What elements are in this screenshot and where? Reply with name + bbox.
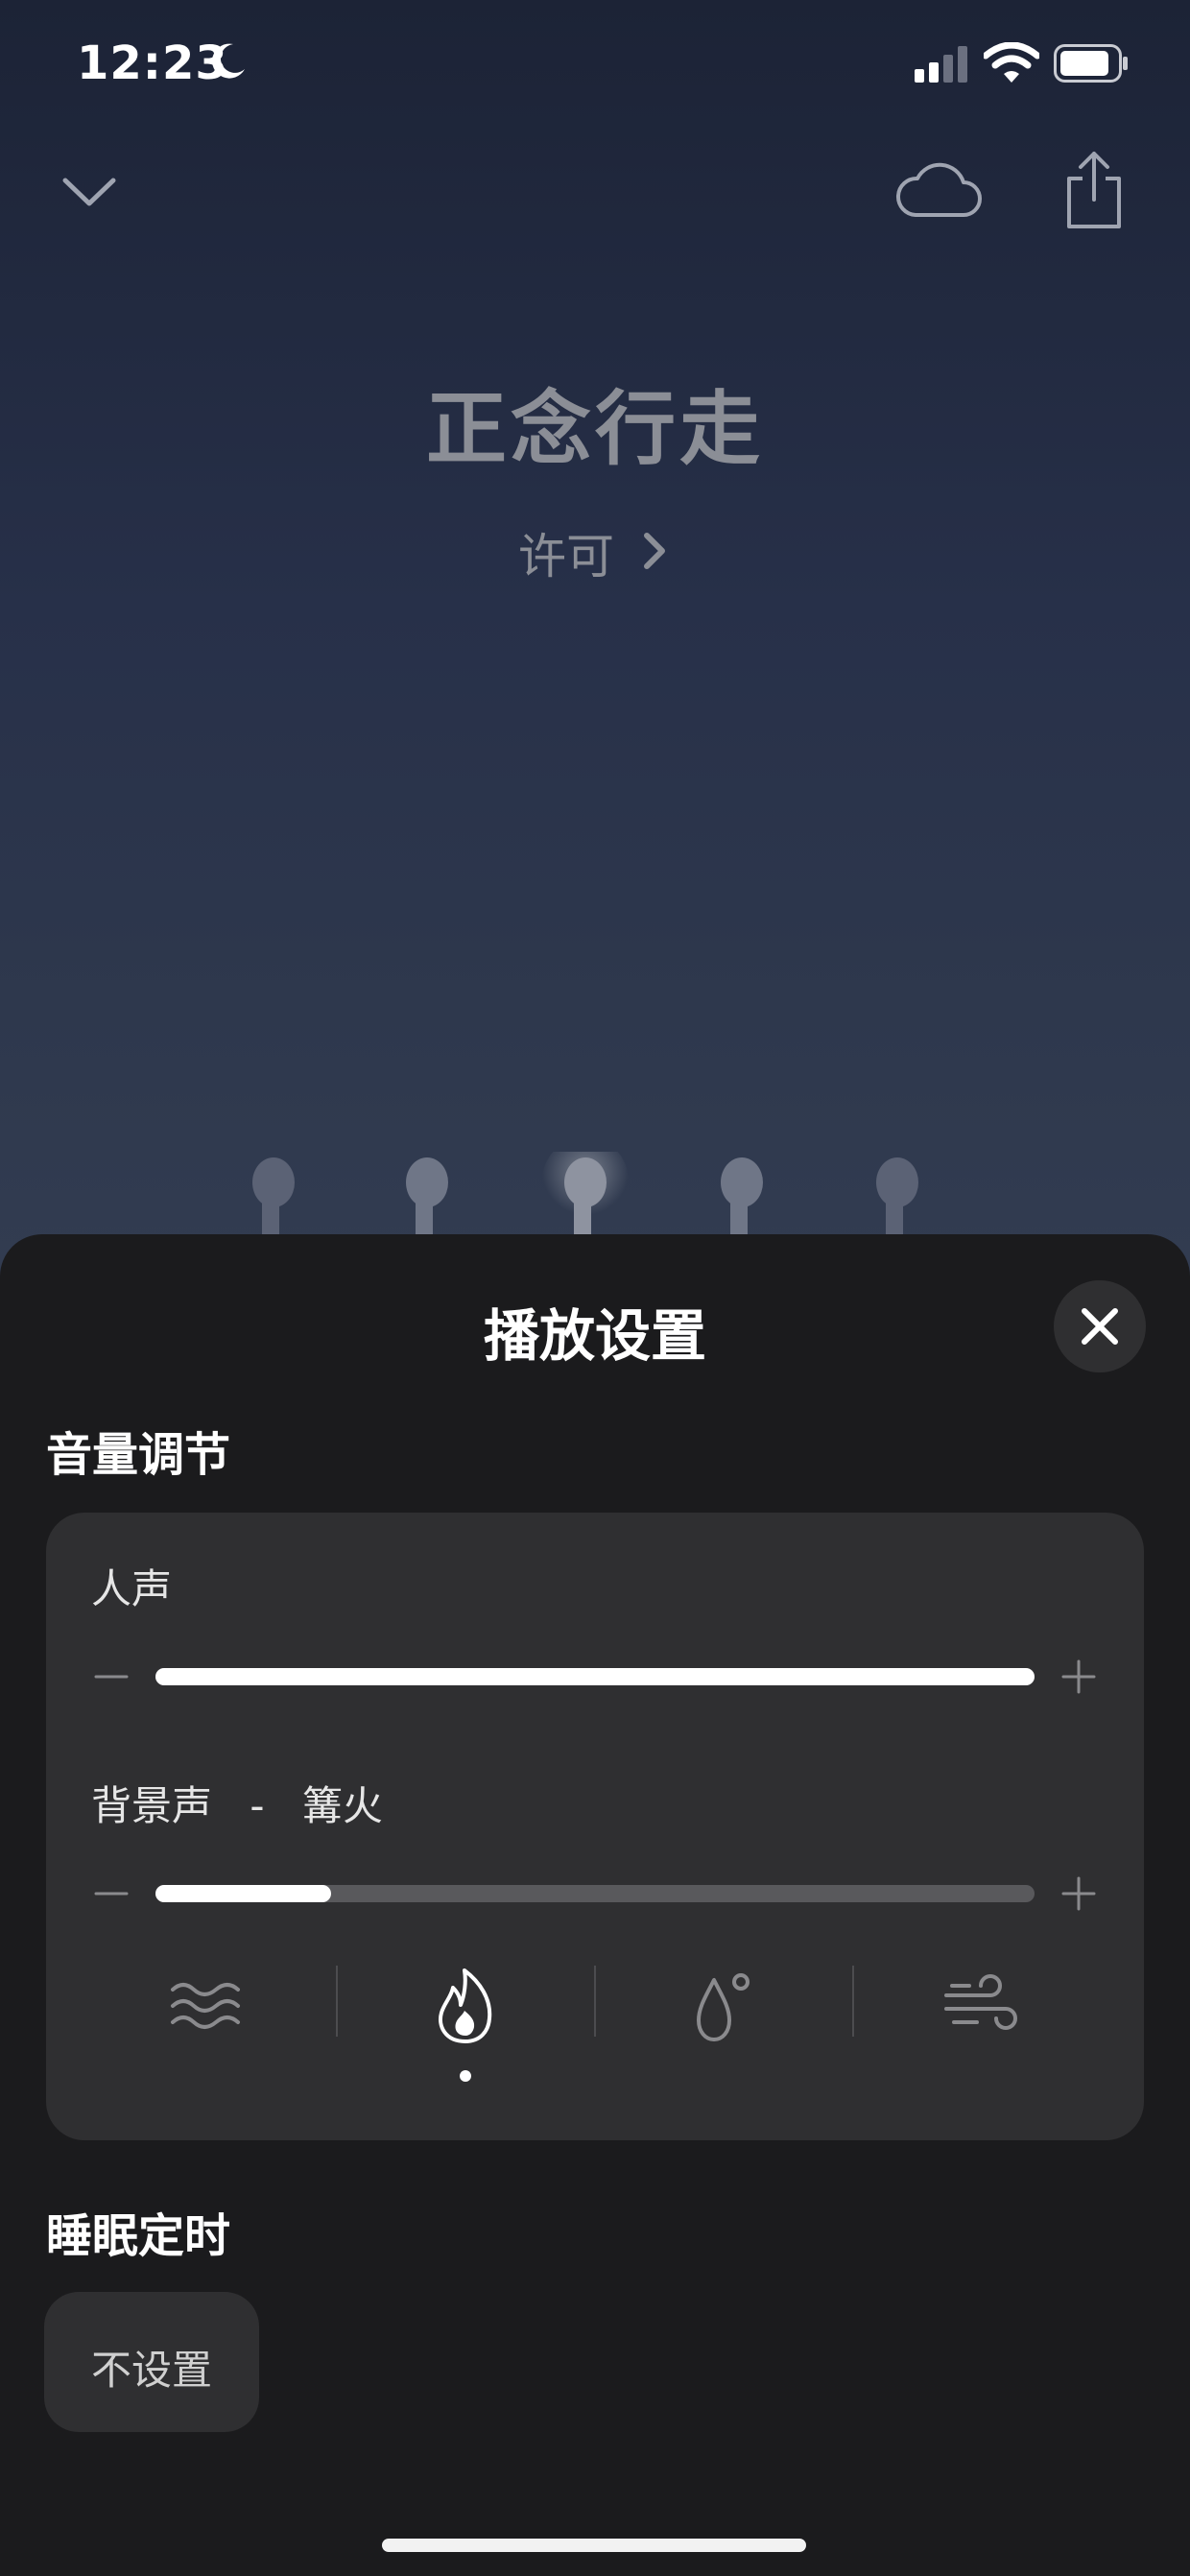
- background-volume-fill: [155, 1885, 332, 1902]
- chevron-down-icon[interactable]: [56, 161, 123, 219]
- sleep-timer-option[interactable]: 不设置: [44, 2292, 259, 2432]
- battery-icon: [1054, 44, 1128, 83]
- sound-divider: [852, 1966, 854, 2037]
- background-sound-name: 篝火: [301, 1782, 383, 1829]
- background-label-text: 背景声: [91, 1782, 213, 1829]
- close-button[interactable]: [1054, 1280, 1146, 1372]
- track-title: 正念行走: [425, 382, 764, 476]
- voice-volume-slider[interactable]: [155, 1668, 1035, 1685]
- sound-divider: [336, 1966, 338, 2037]
- background-volume-slider[interactable]: [155, 1885, 1035, 1902]
- author-link[interactable]: 许可: [518, 518, 614, 587]
- signal-icon: [915, 46, 967, 83]
- sleep-timer-heading: 睡眠定时: [46, 2209, 231, 2263]
- moon-icon: [212, 43, 245, 79]
- selected-sound-indicator: [460, 2070, 471, 2082]
- campfire-icon[interactable]: [422, 1963, 509, 2049]
- wind-icon[interactable]: [939, 1963, 1025, 2049]
- waves-icon[interactable]: [163, 1963, 250, 2049]
- wifi-icon: [984, 42, 1039, 83]
- voice-volume-fill: [155, 1668, 1035, 1685]
- player-background: [0, 0, 1190, 1344]
- voice-volume-label: 人声: [91, 1565, 173, 1612]
- background-volume-decrease-icon[interactable]: [92, 1874, 131, 1913]
- chevron-right-icon[interactable]: [637, 530, 672, 572]
- sheet-title: 播放设置: [483, 1303, 706, 1369]
- close-icon: [1082, 1308, 1118, 1345]
- cloud-icon[interactable]: [894, 154, 983, 225]
- home-indicator[interactable]: [382, 2539, 806, 2552]
- sound-divider: [594, 1966, 596, 2037]
- voice-volume-decrease-icon[interactable]: [92, 1658, 131, 1696]
- walking-figures-illustration: [252, 1152, 918, 1248]
- background-volume-increase-icon[interactable]: [1059, 1874, 1098, 1913]
- background-label-separator: -: [250, 1782, 265, 1829]
- raindrop-icon[interactable]: [678, 1963, 764, 2049]
- voice-volume-increase-icon[interactable]: [1059, 1658, 1098, 1696]
- volume-section-heading: 音量调节: [46, 1428, 231, 1482]
- share-icon[interactable]: [1059, 150, 1129, 230]
- sleep-timer-option-label: 不设置: [90, 2347, 212, 2394]
- background-volume-label: 背景声 - 篝火: [91, 1774, 383, 1832]
